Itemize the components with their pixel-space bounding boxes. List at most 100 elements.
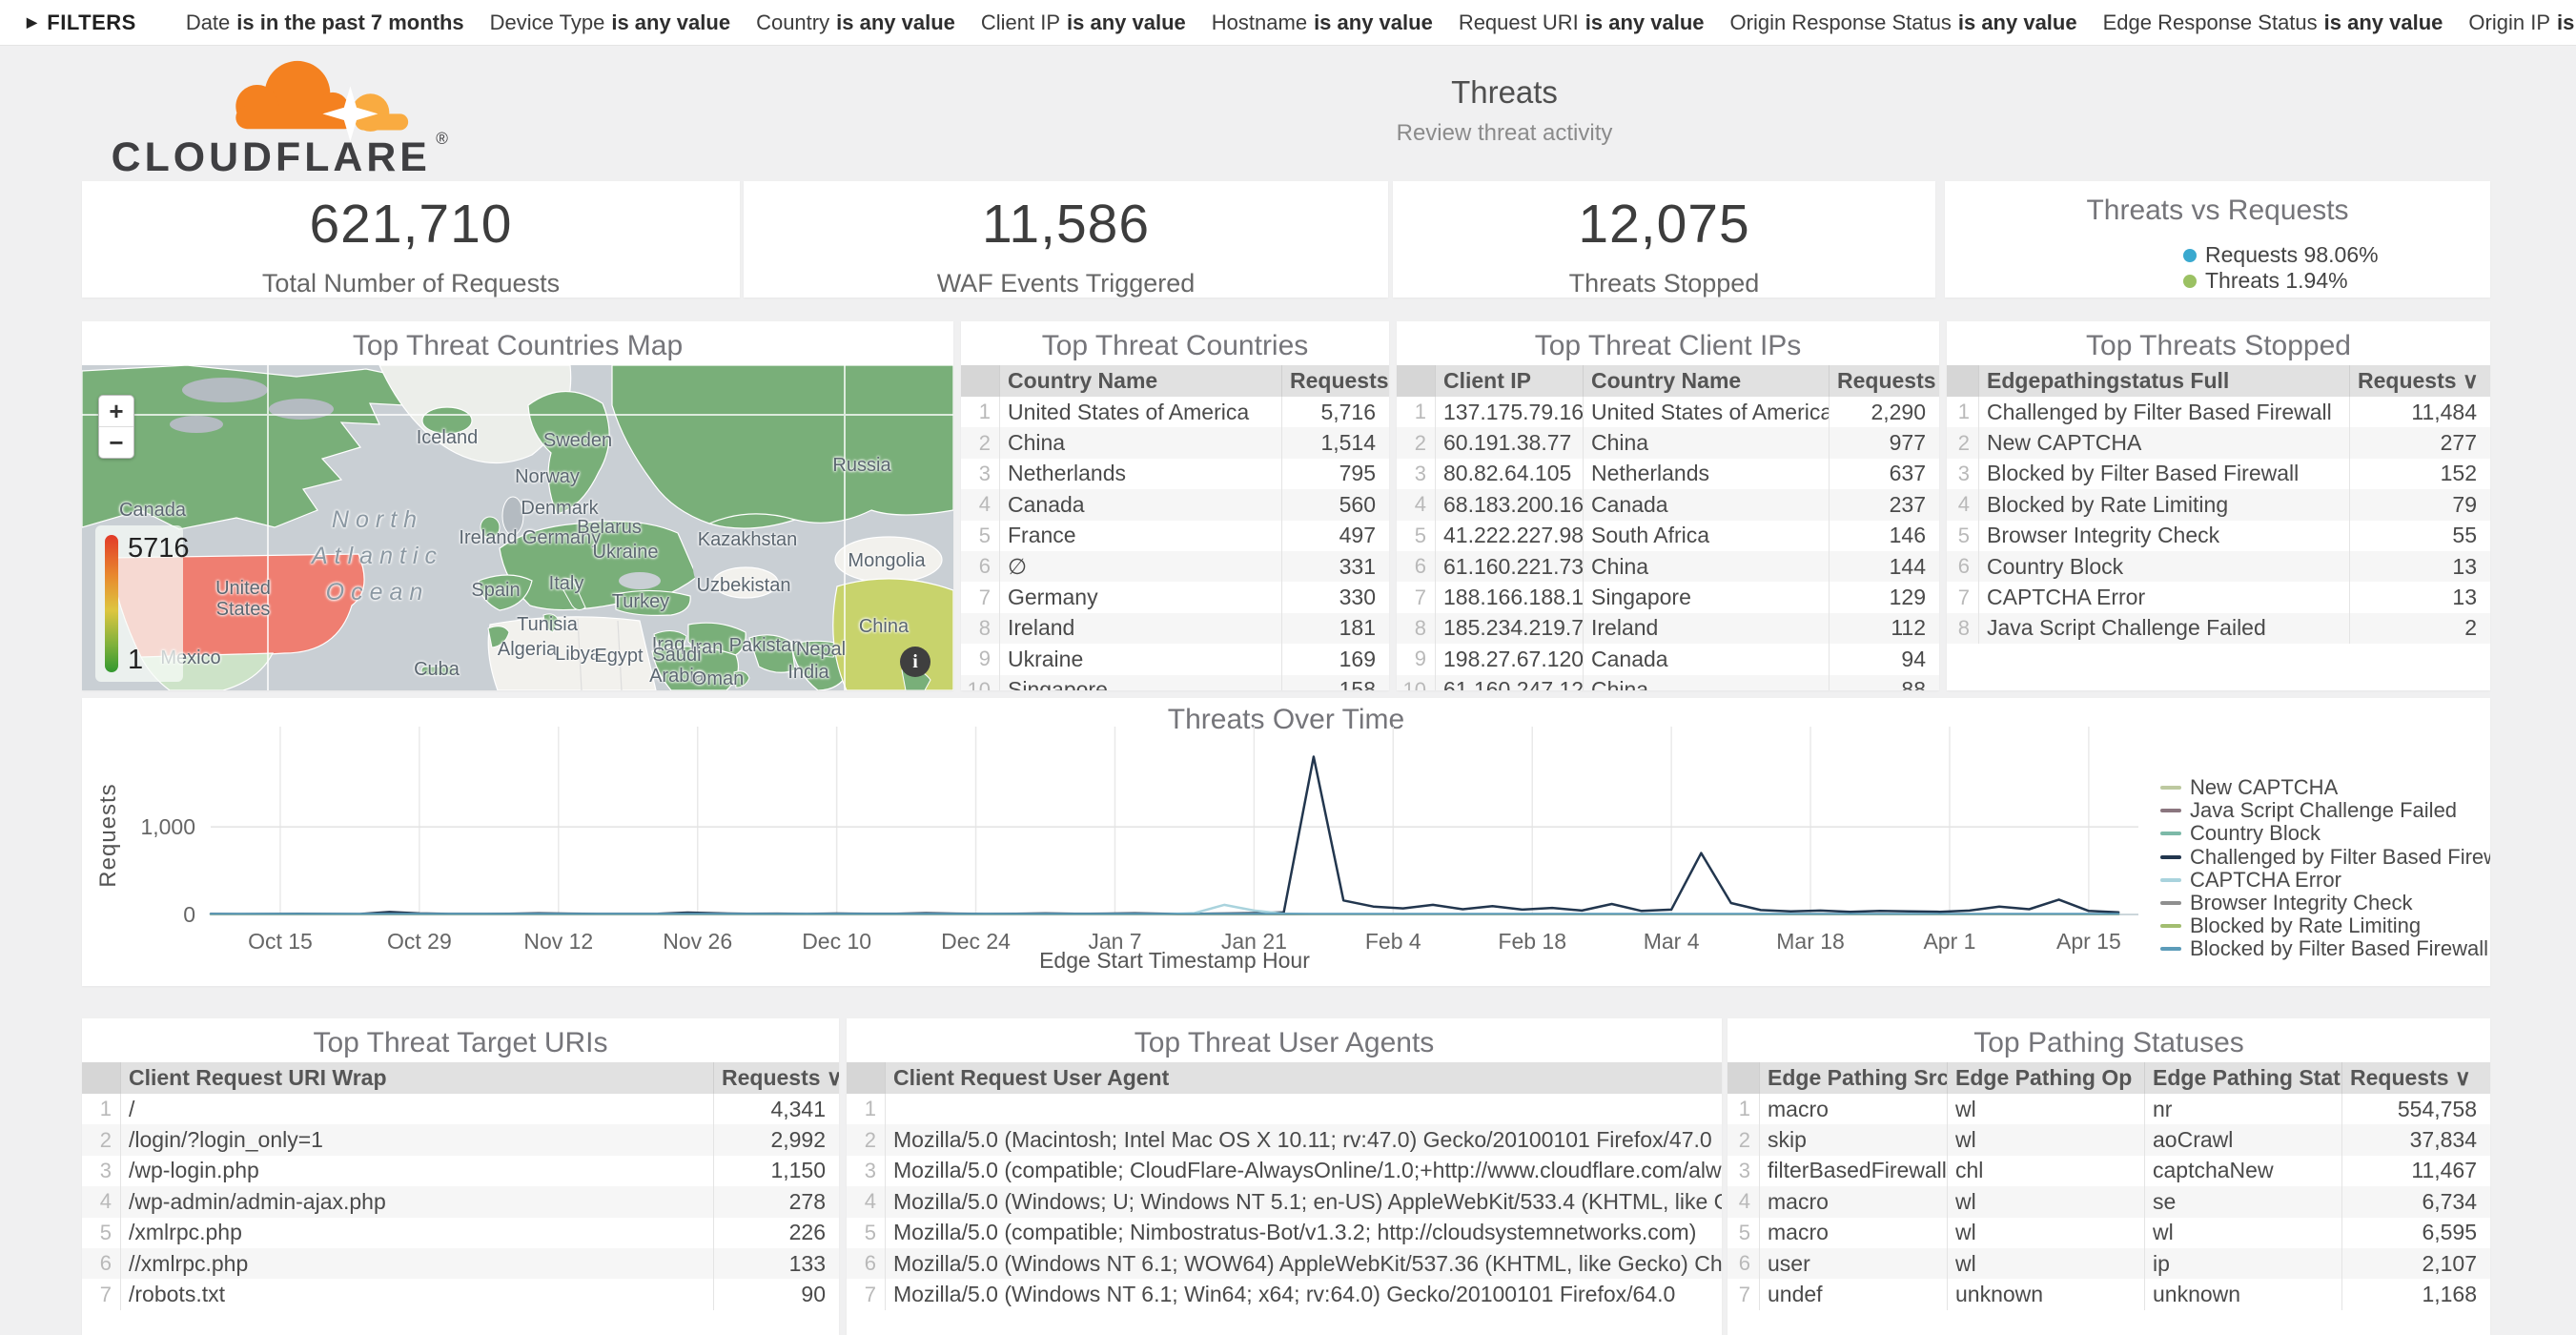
table-row[interactable]: 380.82.64.105Netherlands637: [1397, 459, 1939, 489]
table-cell: unknown: [2144, 1279, 2341, 1309]
table-cell: 2: [847, 1124, 885, 1155]
chart-legend-item[interactable]: New CAPTCHA: [2160, 776, 2490, 799]
table-row[interactable]: 2skipwlaoCrawl37,834: [1728, 1124, 2490, 1155]
table-cell: Ireland: [1583, 613, 1829, 644]
table-row[interactable]: 260.191.38.77China977: [1397, 427, 1939, 458]
table-cell: 7: [1728, 1279, 1759, 1309]
table-cell: wl: [1947, 1124, 2144, 1155]
chart-legend-item[interactable]: Browser Integrity Check: [2160, 892, 2490, 914]
table-cell: 5: [1947, 521, 1978, 551]
table-row[interactable]: 4Mozilla/5.0 (Windows; U; Windows NT 5.1…: [847, 1186, 1722, 1217]
table-title: Top Pathing Statuses: [1728, 1018, 2490, 1062]
table-cell: 1,150: [713, 1156, 839, 1186]
chart-legend-item[interactable]: Blocked by Filter Based Firewall: [2160, 937, 2490, 960]
table-cell: 6,595: [2341, 1218, 2490, 1248]
table-row[interactable]: 7undefunknownunknown1,168: [1728, 1279, 2490, 1309]
table-row[interactable]: 6userwlip2,107: [1728, 1248, 2490, 1279]
chart-legend-item[interactable]: Java Script Challenge Failed: [2160, 799, 2490, 822]
table-row[interactable]: 4Canada560: [961, 489, 1389, 520]
table-row[interactable]: 5Mozilla/5.0 (compatible; Nimbostratus-B…: [847, 1218, 1722, 1248]
table-row[interactable]: 6Mozilla/5.0 (Windows NT 6.1; WOW64) App…: [847, 1248, 1722, 1279]
table-row[interactable]: 5macrowlwl6,595: [1728, 1218, 2490, 1248]
table-row[interactable]: 5/xmlrpc.php226: [82, 1218, 839, 1248]
chart-legend-item[interactable]: Country Block: [2160, 822, 2490, 845]
legend-line-icon: [2160, 947, 2181, 951]
column-header[interactable]: Requests ∨: [713, 1062, 839, 1094]
table-row[interactable]: 3Mozilla/5.0 (compatible; CloudFlare-Alw…: [847, 1156, 1722, 1186]
table-row[interactable]: 6//xmlrpc.php133: [82, 1248, 839, 1279]
table-row[interactable]: 2Mozilla/5.0 (Macintosh; Intel Mac OS X …: [847, 1124, 1722, 1155]
table-cell: 6: [82, 1248, 120, 1279]
table-row[interactable]: 7/robots.txt90: [82, 1279, 839, 1309]
column-header[interactable]: Requests ∨: [2341, 1062, 2490, 1094]
table-row[interactable]: 5France497: [961, 521, 1389, 551]
filters-toggle[interactable]: ▶ FILTERS: [27, 10, 136, 35]
table-row[interactable]: 1United States of America5,716: [961, 397, 1389, 427]
filter-item[interactable]: Origin Response Statusis any value: [1730, 10, 2077, 34]
table-row[interactable]: 6∅331: [961, 551, 1389, 582]
table-row[interactable]: 7Germany330: [961, 582, 1389, 612]
table-cell: Canada: [1583, 489, 1829, 520]
table-row[interactable]: 10Singapore158: [961, 675, 1389, 690]
chart-legend-item[interactable]: CAPTCHA Error: [2160, 869, 2490, 892]
table-row[interactable]: 661.160.221.73China144: [1397, 551, 1939, 582]
filter-item[interactable]: Device Typeis any value: [490, 10, 730, 34]
table-row[interactable]: 9198.27.67.120Canada94: [1397, 644, 1939, 674]
chart-legend-item[interactable]: Blocked by Rate Limiting: [2160, 914, 2490, 937]
table-row[interactable]: 8Ireland181: [961, 613, 1389, 644]
filter-item[interactable]: Dateis in the past 7 months: [186, 10, 464, 34]
filter-item[interactable]: Client IPis any value: [981, 10, 1186, 34]
table-cell: Ukraine: [999, 644, 1281, 674]
filter-item[interactable]: Hostnameis any value: [1212, 10, 1433, 34]
table-row[interactable]: 8Java Script Challenge Failed2: [1947, 613, 2490, 644]
column-header[interactable]: Requests ∨: [1281, 365, 1389, 397]
table-row[interactable]: 8185.234.219.70Ireland112: [1397, 613, 1939, 644]
table-row[interactable]: 6Country Block13: [1947, 551, 2490, 582]
chart-legend-item[interactable]: Challenged by Filter Based Firewall: [2160, 846, 2490, 869]
table-cell: 4: [847, 1186, 885, 1217]
table-row[interactable]: 5Browser Integrity Check55: [1947, 521, 2490, 551]
svg-text:Mar 4: Mar 4: [1644, 929, 1700, 954]
world-map[interactable]: CanadaUnited StatesMexicoCubaIcelandSwed…: [82, 365, 953, 690]
zoom-in-button[interactable]: +: [99, 396, 133, 426]
column-header[interactable]: Requests ∨: [2349, 365, 2490, 397]
page-title: Threats: [1397, 74, 1613, 111]
table-title: Top Threat Target URIs: [82, 1018, 839, 1062]
table-row[interactable]: 7188.166.188.152Singapore129: [1397, 582, 1939, 612]
filter-item[interactable]: Origin IPis any value: [2468, 10, 2576, 34]
table-row[interactable]: 541.222.227.98South Africa146: [1397, 521, 1939, 551]
table-row[interactable]: 2China1,514: [961, 427, 1389, 458]
table-row[interactable]: 3Blocked by Filter Based Firewall152: [1947, 459, 2490, 489]
filter-item[interactable]: Countryis any value: [756, 10, 955, 34]
table-cell: 7: [1947, 582, 1978, 612]
table-row[interactable]: 1macrowlnr554,758: [1728, 1094, 2490, 1124]
table-row[interactable]: 4Blocked by Rate Limiting79: [1947, 489, 2490, 520]
table-row[interactable]: 1061.160.247.127China88: [1397, 675, 1939, 690]
info-icon[interactable]: i: [900, 647, 930, 677]
stat-value: 621,710: [82, 193, 740, 256]
svg-text:Apr 1: Apr 1: [1923, 929, 1975, 954]
table-row[interactable]: 7CAPTCHA Error13: [1947, 582, 2490, 612]
table-row[interactable]: 1137.175.79.166United States of America2…: [1397, 397, 1939, 427]
table-cell: 226: [713, 1218, 839, 1248]
table-row[interactable]: 3Netherlands795: [961, 459, 1389, 489]
zoom-out-button[interactable]: −: [99, 426, 133, 458]
table-row[interactable]: 4macrowlse6,734: [1728, 1186, 2490, 1217]
column-header: [1397, 365, 1435, 397]
table-row[interactable]: 2/login/?login_only=12,992: [82, 1124, 839, 1155]
column-header[interactable]: Requests ∨: [1829, 365, 1939, 397]
table-row[interactable]: 1/4,341: [82, 1094, 839, 1124]
table-row[interactable]: 2New CAPTCHA277: [1947, 427, 2490, 458]
table-row[interactable]: 3filterBasedFirewallchlcaptchaNew11,467: [1728, 1156, 2490, 1186]
table-row[interactable]: 1: [847, 1094, 1722, 1124]
column-header: Client Request URI Wrap: [120, 1062, 713, 1094]
table-row[interactable]: 9Ukraine169: [961, 644, 1389, 674]
table-row[interactable]: 3/wp-login.php1,150: [82, 1156, 839, 1186]
filter-item[interactable]: Edge Response Statusis any value: [2103, 10, 2443, 34]
filter-item[interactable]: Request URIis any value: [1459, 10, 1705, 34]
table-row[interactable]: 1Challenged by Filter Based Firewall11,4…: [1947, 397, 2490, 427]
table-row[interactable]: 7Mozilla/5.0 (Windows NT 6.1; Win64; x64…: [847, 1279, 1722, 1309]
table-cell: 94: [1829, 644, 1939, 674]
table-row[interactable]: 468.183.200.167Canada237: [1397, 489, 1939, 520]
table-row[interactable]: 4/wp-admin/admin-ajax.php278: [82, 1186, 839, 1217]
